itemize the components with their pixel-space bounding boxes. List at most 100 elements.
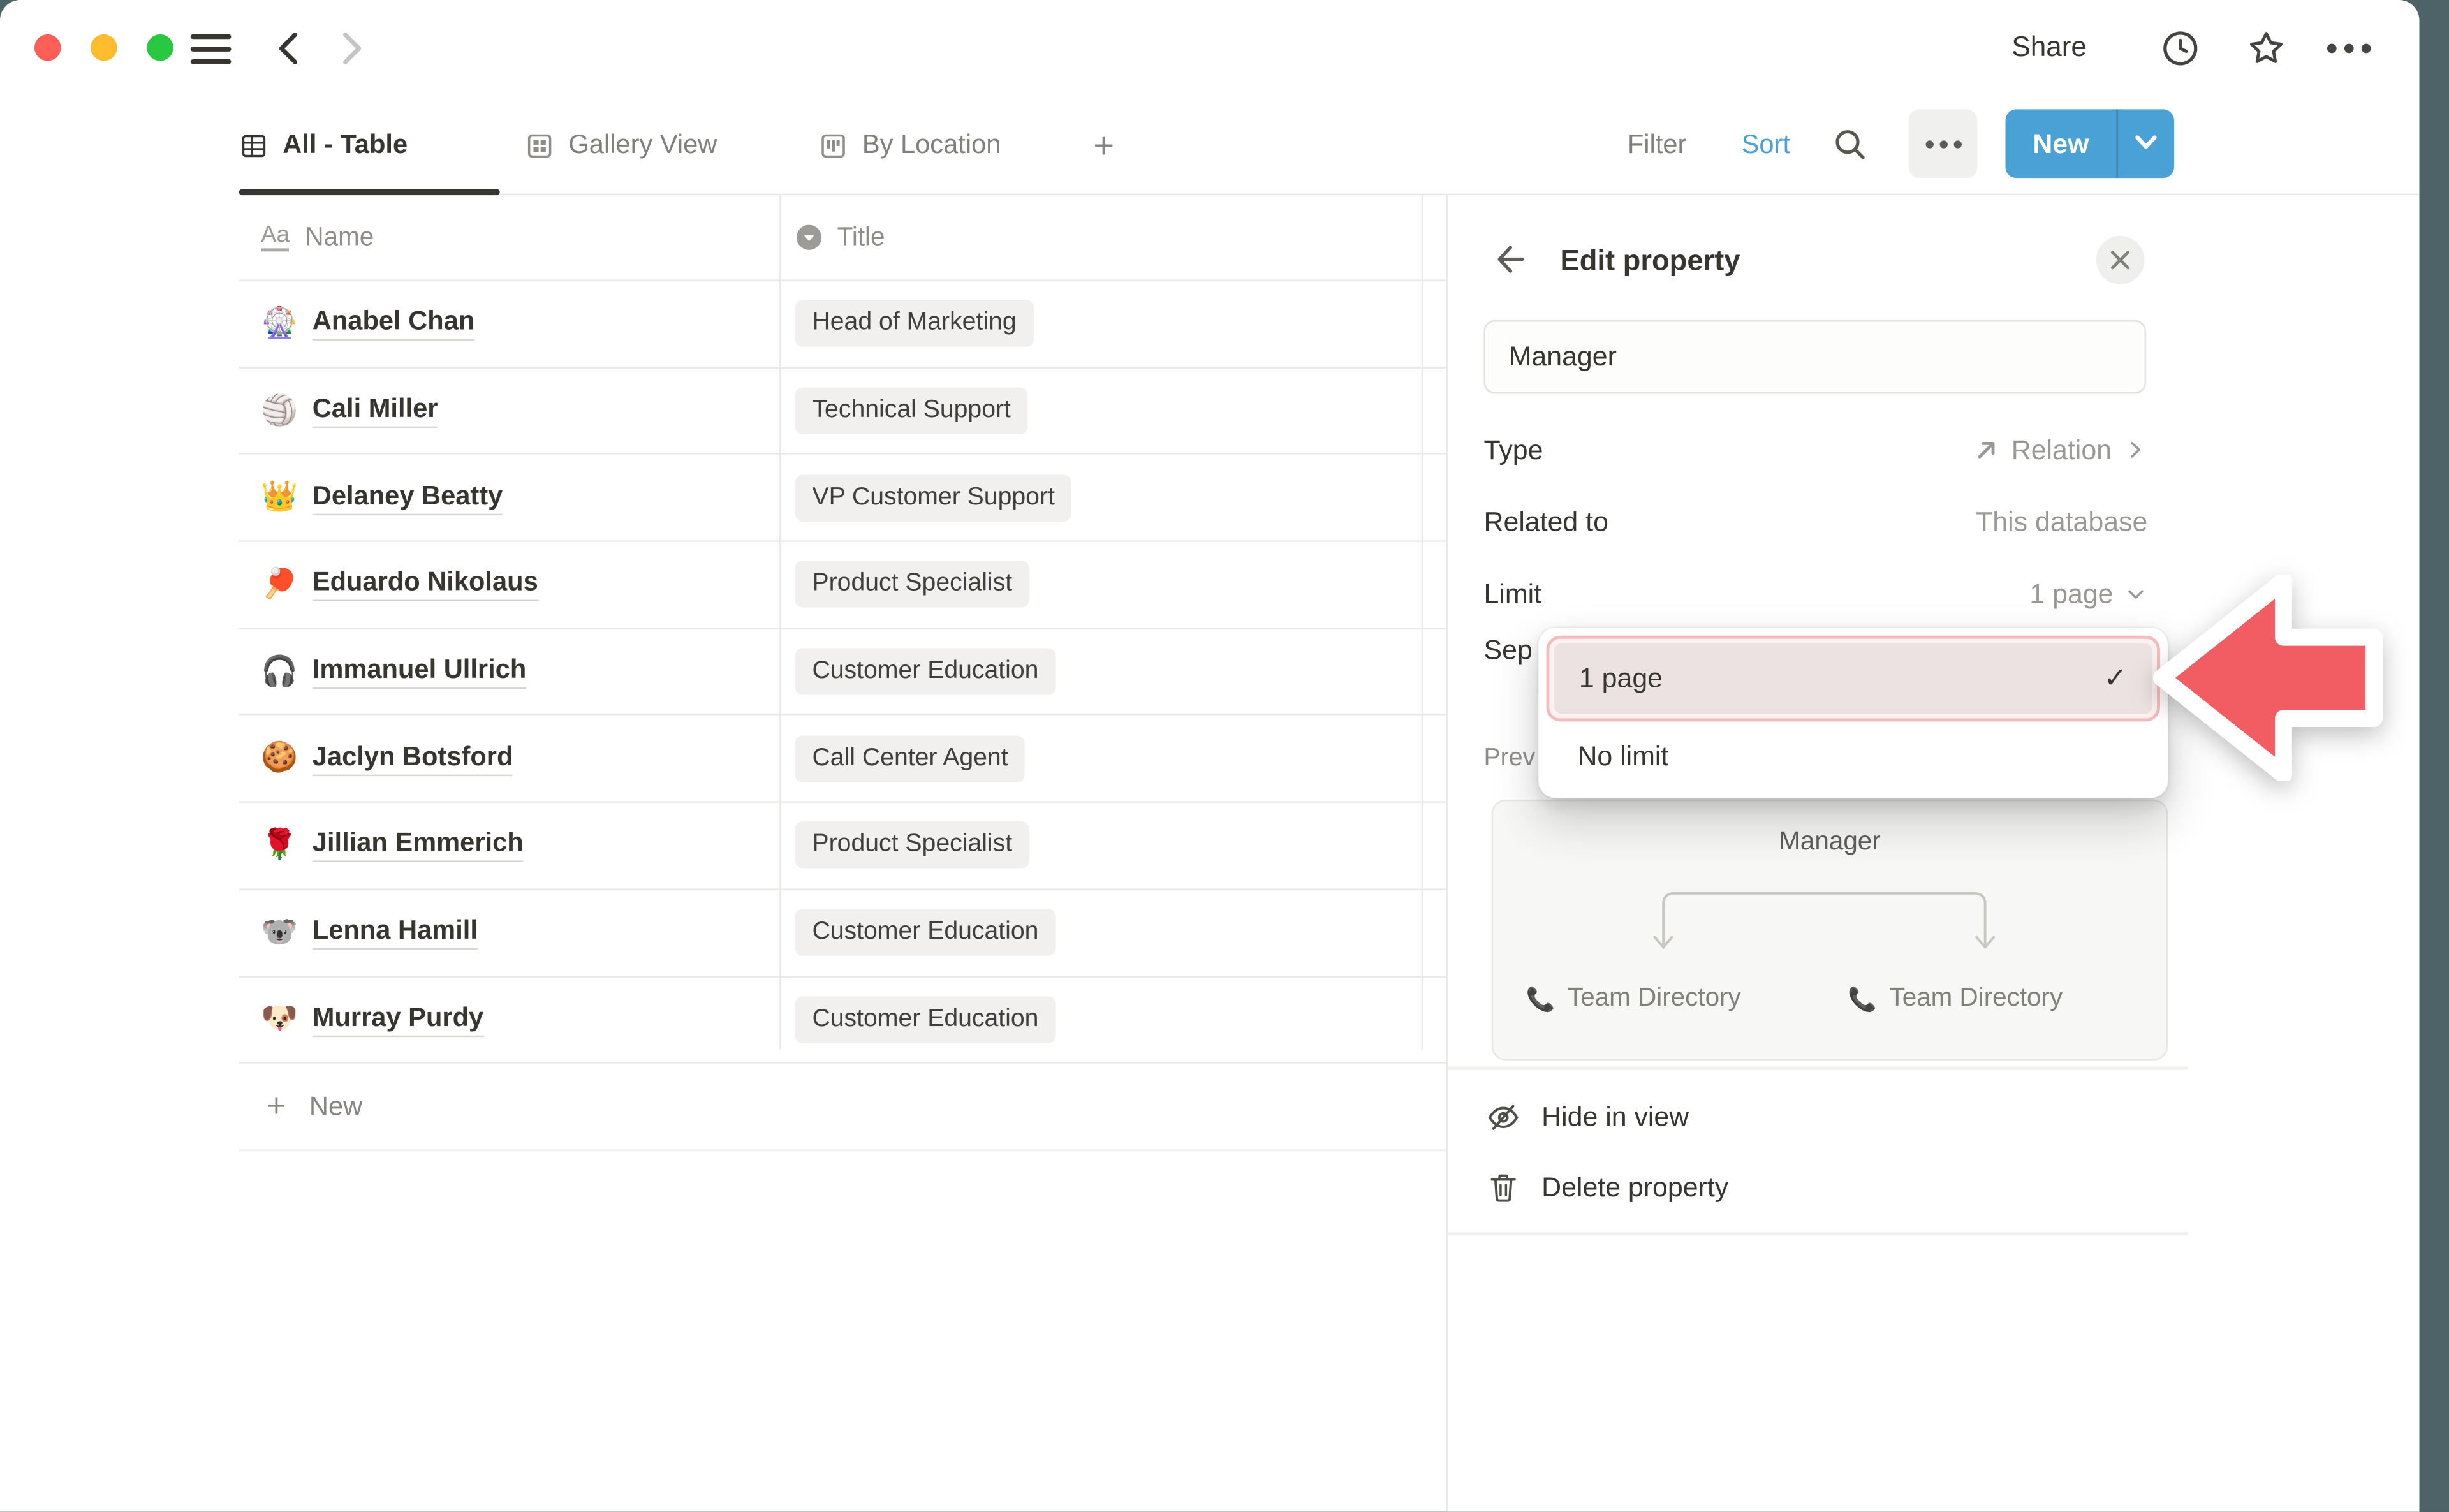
board-view-icon xyxy=(818,130,848,160)
column-label: Title xyxy=(837,223,885,253)
name-cell[interactable]: 🏓 Eduardo Nikolaus xyxy=(239,568,779,602)
column-header-name[interactable]: Aa Name xyxy=(239,223,779,253)
page-name-link[interactable]: Immanuel Ullrich xyxy=(313,654,526,689)
page-name-link[interactable]: Cali Miller xyxy=(313,393,438,428)
title-cell[interactable]: Product Specialist xyxy=(779,822,1446,869)
panel-title: Edit property xyxy=(1561,244,1740,278)
eye-off-icon xyxy=(1485,1099,1521,1134)
table-row: 🐨Lenna Hamill Customer Education xyxy=(239,890,1446,976)
favorite-star-icon[interactable] xyxy=(2244,27,2288,71)
title-value: Customer Education xyxy=(795,649,1056,695)
option-label: 1 page xyxy=(1579,662,1663,694)
title-value: Product Specialist xyxy=(795,822,1030,869)
tab-label: By Location xyxy=(862,129,1001,161)
name-cell[interactable]: 🐨Lenna Hamill xyxy=(239,915,779,950)
table-header-row: Aa Name Title xyxy=(239,195,1446,281)
edit-property-panel: Edit property Type Relation Related to T… xyxy=(1446,195,2420,1511)
sort-button[interactable]: Sort xyxy=(1742,97,1790,194)
share-button[interactable]: Share xyxy=(2011,31,2087,64)
name-cell[interactable]: 🏐 Cali Miller xyxy=(239,393,779,428)
title-cell[interactable]: Customer Education xyxy=(779,649,1446,695)
name-cell[interactable]: 🐶 Murray Purdy xyxy=(239,1002,779,1037)
page-name-link[interactable]: Jaclyn Botsford xyxy=(313,742,513,776)
title-property-icon: Aa xyxy=(261,223,290,252)
title-cell[interactable]: Call Center Agent xyxy=(779,735,1446,782)
row-label: Related to xyxy=(1484,505,1608,538)
forward-icon[interactable] xyxy=(328,27,372,71)
dropdown-option-1-page[interactable]: 1 page ✓ xyxy=(1546,636,2159,722)
title-value: Technical Support xyxy=(795,387,1028,434)
name-cell[interactable]: 🌹Jillian Emmerich xyxy=(239,828,779,863)
new-dropdown-chevron-icon[interactable] xyxy=(2124,129,2166,158)
relation-preview-diagram: Manager 📞 Team Directory 📞 Team Director… xyxy=(1492,800,2168,1061)
new-row-label: New xyxy=(309,1091,362,1122)
gallery-view-icon xyxy=(525,130,555,160)
tab-all-table[interactable]: All - Table xyxy=(239,97,408,194)
title-cell[interactable]: Technical Support xyxy=(779,387,1446,434)
title-cell[interactable]: Customer Education xyxy=(779,909,1446,956)
dropdown-option-no-limit[interactable]: No limit xyxy=(1541,724,2165,787)
clipped-preview-label: Prev xyxy=(1484,745,1536,773)
panel-back-icon[interactable] xyxy=(1489,239,1529,280)
window-close-button[interactable] xyxy=(34,34,61,61)
property-related-row[interactable]: Related to This database xyxy=(1484,498,2148,545)
window-minimize-button[interactable] xyxy=(91,34,117,61)
title-cell[interactable]: Head of Marketing xyxy=(779,300,1446,347)
window-zoom-button[interactable] xyxy=(147,34,173,61)
more-options-icon[interactable] xyxy=(2327,44,2371,54)
page-emoji-icon: 🍪 xyxy=(261,744,298,774)
screen: Share All - Table Gallery View By Locati… xyxy=(0,0,2449,1512)
tab-label: All - Table xyxy=(283,129,408,161)
tab-gallery-view[interactable]: Gallery View xyxy=(525,97,717,194)
new-row-button[interactable]: + New xyxy=(239,1064,1446,1151)
filter-button[interactable]: Filter xyxy=(1628,97,1687,194)
tab-by-location[interactable]: By Location xyxy=(818,97,1001,194)
page-name-link[interactable]: Jillian Emmerich xyxy=(313,828,524,863)
delete-property-button[interactable]: Delete property xyxy=(1485,1165,1728,1209)
title-value: Call Center Agent xyxy=(795,735,1026,782)
title-cell[interactable]: Customer Education xyxy=(779,996,1446,1043)
page-name-link[interactable]: Eduardo Nikolaus xyxy=(313,568,538,602)
page-emoji-icon: 🏐 xyxy=(261,396,298,426)
name-cell[interactable]: 🎧Immanuel Ullrich xyxy=(239,654,779,689)
property-limit-row[interactable]: Limit 1 page xyxy=(1484,570,2148,617)
page-emoji-icon: 🎡 xyxy=(261,309,298,339)
table-row: 🌹Jillian Emmerich Product Specialist xyxy=(239,803,1446,890)
sidebar-menu-icon[interactable] xyxy=(191,34,232,64)
table-row: 👑Delaney Beatty VP Customer Support xyxy=(239,455,1446,542)
table-row: 🐶 Murray Purdy Customer Education xyxy=(239,977,1446,1064)
add-view-button[interactable]: + xyxy=(1093,97,1114,194)
title-cell[interactable]: VP Customer Support xyxy=(779,474,1446,521)
page-emoji-icon: 🐶 xyxy=(261,1005,298,1035)
table-view-icon xyxy=(239,130,269,160)
new-button[interactable]: New xyxy=(2005,109,2173,178)
name-cell[interactable]: 🎡 Anabel Chan xyxy=(239,307,779,341)
page-name-link[interactable]: Delaney Beatty xyxy=(313,481,503,515)
limit-dropdown-menu: 1 page ✓ No limit xyxy=(1538,628,2168,798)
panel-close-button[interactable] xyxy=(2096,236,2145,284)
title-cell[interactable]: Product Specialist xyxy=(779,561,1446,608)
name-cell[interactable]: 👑Delaney Beatty xyxy=(239,481,779,515)
title-value: Customer Education xyxy=(795,909,1056,956)
page-name-link[interactable]: Murray Purdy xyxy=(313,1002,483,1037)
page-name-link[interactable]: Anabel Chan xyxy=(313,307,474,341)
check-icon: ✓ xyxy=(2104,662,2128,694)
active-tab-underline xyxy=(239,189,500,195)
preview-child-item: 📞 Team Directory xyxy=(1848,984,2063,1014)
search-icon[interactable] xyxy=(1830,125,1869,164)
row-label: Limit xyxy=(1484,577,1541,610)
property-name-input[interactable] xyxy=(1484,320,2146,393)
name-cell[interactable]: 🍪 Jaclyn Botsford xyxy=(239,742,779,776)
table-row: 🏓 Eduardo Nikolaus Product Specialist xyxy=(239,542,1446,629)
view-options-button[interactable] xyxy=(1909,109,1978,178)
back-icon[interactable] xyxy=(268,27,313,71)
phone-icon: 📞 xyxy=(1848,985,1877,1013)
hide-in-view-button[interactable]: Hide in view xyxy=(1485,1095,1689,1139)
column-divider[interactable] xyxy=(1422,195,1423,1050)
column-header-title[interactable]: Title xyxy=(779,223,1446,253)
page-emoji-icon: 🏓 xyxy=(261,570,298,600)
column-divider[interactable] xyxy=(779,195,781,1050)
property-type-row[interactable]: Type Relation xyxy=(1484,427,2148,473)
updates-clock-icon[interactable] xyxy=(2158,27,2202,71)
page-name-link[interactable]: Lenna Hamill xyxy=(313,915,478,950)
